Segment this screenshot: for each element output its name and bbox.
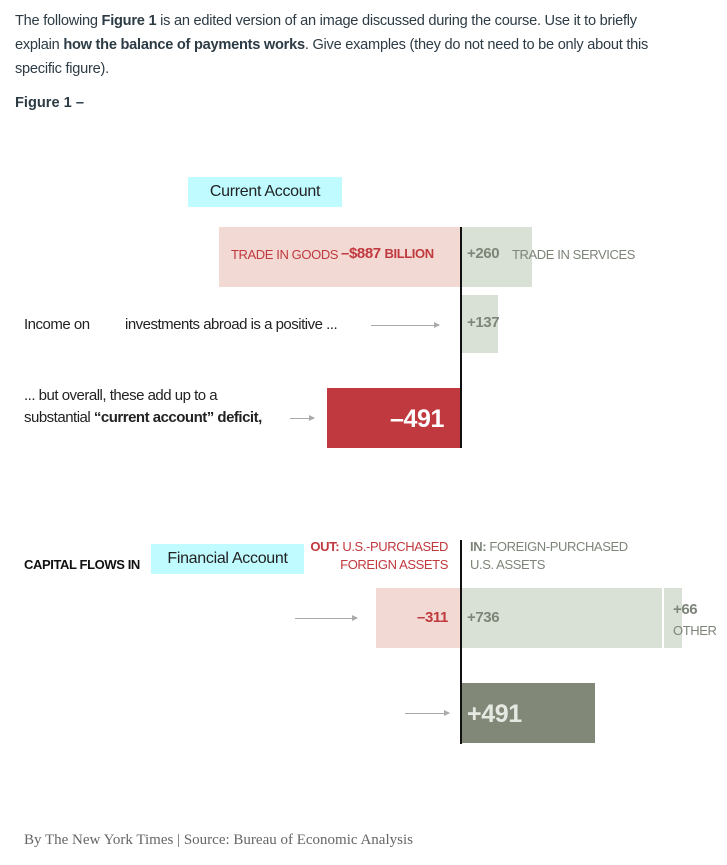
services-value: +260 [467, 245, 500, 262]
arrow-icon [295, 615, 358, 621]
out-value: –311 [417, 609, 448, 626]
current-axis [460, 227, 462, 448]
question-text: The following Figure 1 is an edited vers… [15, 9, 648, 81]
bold-text: Figure 1 [101, 13, 157, 29]
text: explain [15, 37, 64, 53]
in-value: +736 [467, 609, 500, 626]
text: U.S.-PURCHASED [339, 539, 448, 554]
text: specific figure). [15, 61, 109, 77]
bold-text: how the balance of payments works [63, 37, 305, 53]
financial-account-value: +491 [467, 700, 522, 728]
overall-note-2: substantial “current account” deficit, [24, 409, 262, 426]
financial-axis [460, 540, 462, 744]
unit: BILLION [384, 246, 435, 261]
income-note-a: Income on [24, 316, 90, 333]
bold-text: “current account” deficit, [93, 409, 262, 426]
text: . Give examples (they do not need to be … [304, 37, 649, 53]
capital-flows-label: CAPITAL FLOWS IN [24, 557, 140, 572]
overall-note-1: ... but overall, these add up to a [24, 387, 218, 404]
trade-goods-label: TRADE IN GOODS [231, 247, 339, 262]
text: OUT: [310, 539, 340, 554]
source-credit: By The New York Times | Source: Bureau o… [24, 832, 413, 848]
other-label: OTHER [673, 623, 717, 638]
arrow-icon [405, 710, 450, 716]
value: –$887 [341, 245, 381, 262]
text: FOREIGN-PURCHASED [486, 539, 628, 554]
text: IN: [470, 539, 487, 554]
arrow-icon [371, 322, 440, 328]
text: is an edited version of an image discuss… [156, 13, 637, 29]
income-note-b: investments abroad is a positive ... [125, 316, 338, 333]
text: U.S. ASSETS [470, 557, 546, 572]
bar-other [663, 588, 682, 648]
current-account-value: –491 [390, 405, 445, 433]
text: substantial [24, 409, 94, 426]
trade-goods-value: –$887 BILLION [341, 245, 434, 262]
out-label: OUT: U.S.-PURCHASED FOREIGN ASSETS [310, 538, 448, 574]
income-value: +137 [467, 314, 500, 331]
in-label: IN: FOREIGN-PURCHASED U.S. ASSETS [470, 538, 628, 574]
arrow-icon [290, 415, 315, 421]
services-label: TRADE IN SERVICES [512, 247, 635, 262]
financial-account-highlight: Financial Account [151, 544, 304, 574]
text: The following [15, 13, 102, 29]
figure-label: Figure 1 – [15, 95, 84, 111]
text: FOREIGN ASSETS [340, 557, 448, 572]
other-value: +66 [673, 601, 698, 618]
current-account-highlight: Current Account [188, 177, 342, 207]
